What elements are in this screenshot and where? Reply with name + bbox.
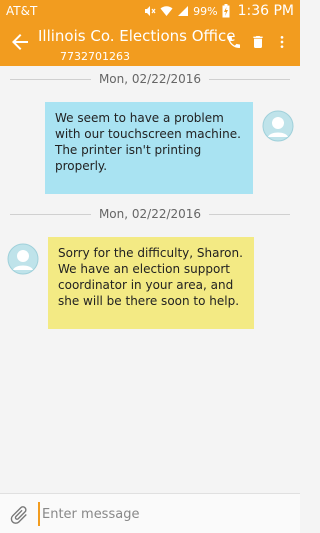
status-bar: AT&T 99% 1:36 PM: [0, 0, 300, 22]
more-vert-icon[interactable]: [274, 34, 290, 54]
app-bar-actions: [226, 34, 290, 54]
divider-line: [10, 78, 91, 80]
mute-icon: [144, 5, 156, 17]
paperclip-icon[interactable]: [8, 504, 30, 526]
message-bubble-incoming[interactable]: Sorry for the difficulty, Sharon. We hav…: [48, 237, 254, 329]
status-icons: 99% 1:36 PM: [144, 3, 294, 19]
contact-phone-number: 7732701263: [60, 50, 130, 63]
avatar[interactable]: [7, 243, 39, 275]
date-divider: Mon, 02/22/2016: [10, 206, 290, 222]
date-label: Mon, 02/22/2016: [98, 72, 202, 86]
message-bubble-outgoing[interactable]: We seem to have a problem with our touch…: [45, 102, 253, 194]
avatar[interactable]: [262, 110, 294, 142]
clock: 1:36 PM: [237, 3, 294, 19]
date-divider: Mon, 02/22/2016: [10, 71, 290, 87]
carrier-label: AT&T: [6, 4, 38, 18]
battery-charging-icon: [222, 4, 230, 18]
signal-icon: [177, 5, 189, 17]
battery-percent: 99%: [193, 4, 218, 18]
message-input[interactable]: [38, 502, 253, 526]
app-bar: Illinois Co. Elections Office 7732701263: [0, 22, 300, 66]
date-label: Mon, 02/22/2016: [98, 207, 202, 221]
conversation-title: Illinois Co. Elections Office: [38, 27, 236, 45]
message-composer: [0, 493, 300, 533]
divider-line: [209, 213, 290, 215]
trash-icon[interactable]: [250, 34, 266, 54]
phone-icon[interactable]: [226, 34, 242, 54]
divider-line: [10, 213, 91, 215]
back-arrow-icon[interactable]: [8, 30, 32, 54]
wifi-icon: [160, 5, 173, 17]
divider-line: [209, 78, 290, 80]
